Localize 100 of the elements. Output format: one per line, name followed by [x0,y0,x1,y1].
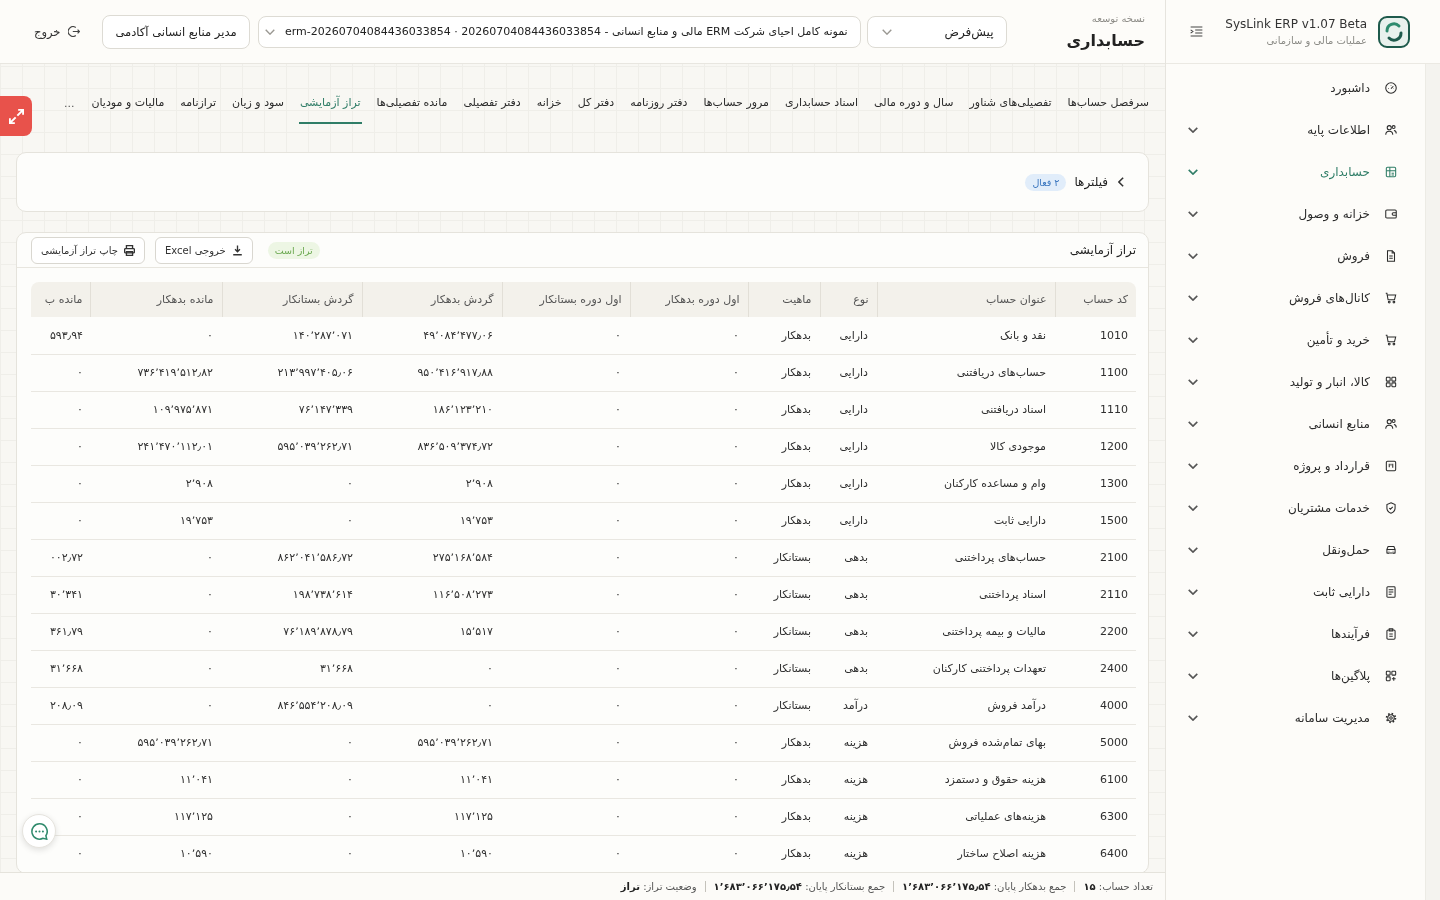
more-tabs-button[interactable]: ... [61,82,77,124]
sidebar-item[interactable]: پلاگین‌ها [1166,655,1425,697]
table-cell: بدهکار [748,502,820,539]
sidebar-item[interactable]: قرارداد و پروژه [1166,445,1425,487]
table-cell: ۱۱۷٬۱۲۵ [90,798,222,835]
table-cell: بدهکار [748,428,820,465]
table-cell: ۱۱٬۰۴۱ [362,761,502,798]
table-cell: نقد و بانک [877,317,1055,354]
sidebar-item[interactable]: دارایی ثابت [1166,571,1425,613]
tab[interactable]: مالیات و مودیان [90,82,166,124]
table-cell: ۱۹٬۷۵۳ [362,502,502,539]
table-cell: دارایی [820,465,877,502]
tab[interactable]: سود و زیان [231,82,285,124]
sidebar-item[interactable]: خزانه و وصول [1166,193,1425,235]
tab[interactable]: سرفصل حساب‌ها [1066,82,1150,124]
table-cell: هزینه حقوق و دستمزد [877,761,1055,798]
role-button[interactable]: مدیر منابع انسانی آکادمی [102,14,250,49]
table-cell: ۰ [630,539,748,576]
table-cell: دارایی [820,391,877,428]
table-cell: دارایی [820,354,877,391]
column-header: عنوان حساب [877,282,1055,317]
table-cell: ۱۵٬۵۱۷ [362,613,502,650]
table-cell: ۵۹۳٫۹۴ [31,317,90,354]
sidebar-item[interactable]: مدیریت سامانه [1166,697,1425,739]
caret-icon [264,28,275,35]
table-cell: ۰ [362,650,502,687]
company-select[interactable]: نمونه کامل احیای شرکت ERM مالی و منابع انسانی - 20260704084436033854 · erm-20260704084436033854 [257,15,861,48]
tab[interactable]: خزانه [535,82,563,124]
table-cell: ۰ [31,428,90,465]
table-cell: ۰ [90,650,222,687]
table-cell: ۰ [630,798,748,835]
table-cell: ۰ [630,687,748,724]
table-cell: ۲۷۵٬۱۶۸٬۵۸۴ [362,539,502,576]
logout-button[interactable]: خروج [30,24,85,39]
table-cell: ۸۳۶٬۵۰۹٬۳۷۴٫۷۲ [362,428,502,465]
tab[interactable]: مرور حساب‌ها [702,82,770,124]
sidebar-item[interactable]: کالا، انبار و تولید [1166,361,1425,403]
table-cell: ۰ [90,613,222,650]
table-cell: ۰ [90,317,222,354]
table-cell: 6100 [1055,761,1136,798]
tab[interactable]: دفتر تفصیلی [462,82,522,124]
table-cell: ۰ [630,502,748,539]
table-cell: تعهدات پرداختنی کارکنان [877,650,1055,687]
table-cell: ۰ [31,354,90,391]
column-header: نوع [820,282,877,317]
table-cell: ۲٬۹۰۸ [90,465,222,502]
sidebar-item[interactable]: خرید و تأمین [1166,319,1425,361]
menu-button[interactable] [1190,26,1203,37]
table-cell: ۰ [502,761,630,798]
tab[interactable]: تراز آزمایشی [298,82,362,124]
sidebar-item[interactable]: داشبورد [1166,67,1425,109]
table-cell: ۱۸۶٬۱۲۳٬۲۱۰ [362,391,502,428]
table-cell: ۰ [630,761,748,798]
column-header: اول دوره بستانکار [502,282,630,317]
table-cell: ۰ [502,687,630,724]
table-cell: ۱۰۹٬۹۷۵٬۸۷۱ [90,391,222,428]
sidebar-item[interactable]: حسابداری [1166,151,1425,193]
environment-label: نسخه توسعه [1091,13,1145,24]
table-cell: ۷۳۶٬۴۱۹٬۵۱۲٫۸۲ [90,354,222,391]
tab[interactable]: سال و دوره مالی [873,82,955,124]
sidebar-item[interactable]: منابع انسانی [1166,403,1425,445]
tab[interactable]: تفصیلی‌های شناور [968,82,1053,124]
filters-toggle[interactable]: فیلترها [1074,175,1124,189]
fullscreen-button[interactable] [0,96,32,136]
tab[interactable]: ترازنامه [179,82,218,124]
sidebar-item[interactable]: فرآیندها [1166,613,1425,655]
sidebar-item[interactable]: کانال‌های فروش [1166,277,1425,319]
app-subtitle: عملیات مالی و سازمانی [1266,35,1367,46]
table-cell: 2110 [1055,576,1136,613]
export-button[interactable]: خروجی Excel [154,236,253,264]
table-cell: ۰ [630,576,748,613]
sidebar-item[interactable]: اطلاعات پایه [1166,109,1425,151]
column-header: اول دوره بدهکار [630,282,748,317]
table-cell: بهای تمام‌شده فروش [877,724,1055,761]
sidebar-item[interactable]: فروش [1166,235,1425,277]
table-cell: بستانکار [748,650,820,687]
tab[interactable]: دفتر روزنامه [629,82,689,124]
table-cell: 4000 [1055,687,1136,724]
table-cell: اسناد دریافتنی [877,391,1055,428]
tab[interactable]: مانده تفصیلی‌ها [375,82,449,124]
table-cell: ۷۶٬۱۸۹٬۸۷۸٫۷۹ [222,613,362,650]
profile-select[interactable]: پیش‌فرض [866,15,1007,48]
table-cell: ۰ [630,391,748,428]
table-cell: ۷۶٬۱۴۷٬۳۳۹ [222,391,362,428]
table-cell: 1300 [1055,465,1136,502]
chat-icon [30,822,48,840]
sidebar-item[interactable]: خدمات مشتریان [1166,487,1425,529]
sidebar-item[interactable]: حمل‌ونقل [1166,529,1425,571]
tab[interactable]: دفتر کل [576,82,616,124]
shield-check-icon [1384,501,1398,515]
table-cell: ۴۹٬۰۸۴٬۴۷۷٫۰۶ [362,317,502,354]
table-cell: بدهکار [748,391,820,428]
clipboard-icon [1384,627,1398,641]
table-cell: حساب‌های دریافتنی [877,354,1055,391]
table-cell: ۰ [630,724,748,761]
table-cell: دارایی [820,502,877,539]
print-button[interactable]: چاپ تراز آزمایشی [31,236,145,264]
tab[interactable]: اسناد حسابداری [784,82,860,124]
table-cell: ۱۹۸٬۷۳۸٬۶۱۴ [222,576,362,613]
column-header: مانده ب [31,282,90,317]
